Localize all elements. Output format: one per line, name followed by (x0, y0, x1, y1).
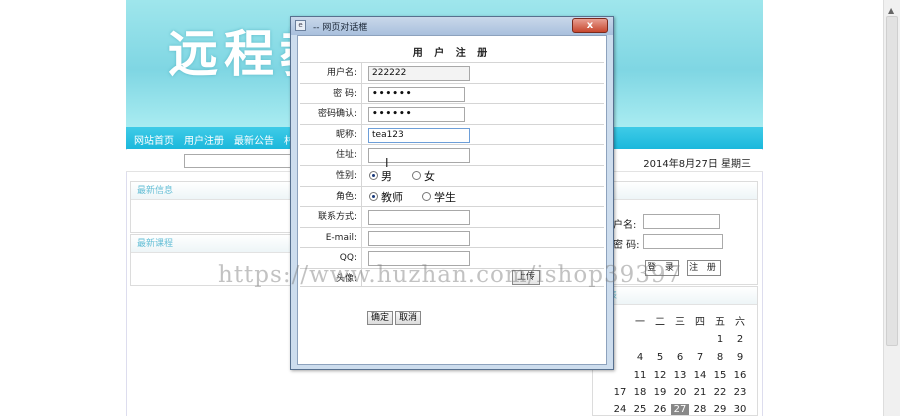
calendar-day[interactable]: 24 (611, 404, 629, 415)
calendar-weekday: 一 (635, 317, 645, 328)
calendar-day-today[interactable]: 27 (671, 404, 689, 415)
dialog-title: -- 网页对话框 (313, 23, 368, 33)
panel-login-title: 陆 (593, 182, 757, 200)
calendar-weekday: 六 (735, 317, 745, 328)
calendar-day[interactable]: 8 (711, 352, 729, 363)
panel-calendar-title: 历表 (593, 287, 757, 305)
calendar-day[interactable]: 11 (631, 370, 649, 381)
password-field[interactable]: •••••• (368, 86, 465, 102)
cancel-button[interactable]: 取消 (395, 311, 422, 325)
register-form: 用户名: 222222 密 码: •••••• 密码确认: •••••• 昵称:… (300, 62, 604, 287)
role-label: 角色: (300, 186, 362, 207)
scroll-up-arrow-icon[interactable]: ▲ (888, 6, 894, 15)
page: 远程教 网站首页 用户注册 最新公告 村 2014年8月27日 星期三 最新信息… (0, 0, 900, 416)
close-icon[interactable]: x (572, 18, 608, 33)
calendar-day[interactable]: 9 (731, 352, 749, 363)
row-confirm-password: 密码确认: •••••• (300, 104, 604, 125)
role-teacher-radio[interactable] (369, 191, 378, 201)
address-label: 住址: (300, 145, 362, 165)
text-cursor-icon: I (385, 156, 389, 170)
role-student-radio[interactable] (422, 191, 431, 201)
login-password-label: 密 码: (613, 240, 640, 251)
row-address: 住址: (300, 145, 604, 166)
nav-home[interactable]: 网站首页 (134, 132, 174, 147)
row-username: 用户名: 222222 (300, 63, 604, 84)
calendar-day[interactable]: 18 (631, 387, 649, 398)
address-field[interactable] (368, 148, 470, 164)
calendar-day[interactable]: 29 (711, 404, 729, 415)
calendar-day[interactable]: 14 (691, 370, 709, 381)
dialog-body: 用 户 注 册 用户名: 222222 密 码: •••••• 密码确认: ••… (297, 35, 607, 365)
row-email: E-mail: (300, 227, 604, 249)
panel-latest-info: 最新信息 (130, 181, 295, 233)
current-date: 2014年8月27日 星期三 (643, 159, 751, 170)
calendar-day[interactable]: 2 (731, 334, 749, 345)
calendar-weekday: 二 (655, 317, 665, 328)
confirm-password-field[interactable]: •••••• (368, 107, 465, 123)
calendar-day[interactable]: 15 (711, 370, 729, 381)
gender-label: 性别: (300, 165, 362, 186)
gender-male-radio[interactable] (369, 170, 378, 180)
calendar-day[interactable]: 20 (671, 387, 689, 398)
row-password: 密 码: •••••• (300, 83, 604, 105)
gender-female-radio[interactable] (412, 170, 421, 180)
register-dialog: e -- 网页对话框 x 用 户 注 册 用户名: 222222 密 码: ••… (290, 16, 614, 370)
row-contact: 联系方式: (300, 207, 604, 228)
calendar-day[interactable]: 28 (691, 404, 709, 415)
page-scrollbar[interactable]: ▲ (883, 0, 900, 416)
username-field[interactable]: 222222 (368, 66, 470, 81)
login-password-input[interactable] (643, 234, 723, 249)
panel-latest-info-title: 最新信息 (131, 182, 294, 200)
confirm-password-label: 密码确认: (300, 104, 362, 124)
calendar-day[interactable]: 5 (651, 352, 669, 363)
row-gender: 性别: 男 女 (300, 165, 604, 187)
calendar-day[interactable]: 7 (691, 352, 709, 363)
scroll-thumb[interactable] (886, 16, 898, 346)
register-button[interactable]: 注 册 (687, 260, 721, 276)
nickname-field[interactable]: tea123 (368, 127, 470, 143)
username-label: 用户名: (300, 63, 362, 83)
row-role: 角色: 教师 学生 (300, 186, 604, 208)
calendar-day[interactable]: 21 (691, 387, 709, 398)
ok-button[interactable]: 确定 (367, 311, 394, 325)
calendar-day[interactable]: 17 (611, 387, 629, 398)
gender-female-label: 女 (424, 169, 435, 183)
calendar-weekday: 五 (715, 317, 725, 328)
calendar-day[interactable]: 16 (731, 370, 749, 381)
form-title: 用 户 注 册 (412, 48, 492, 59)
calendar-day[interactable]: 22 (711, 387, 729, 398)
email-label: E-mail: (300, 227, 362, 248)
contact-label: 联系方式: (300, 207, 362, 227)
role-teacher-label: 教师 (381, 190, 403, 204)
nickname-label: 昵称: (300, 124, 362, 145)
row-nickname: 昵称: tea123 (300, 124, 604, 146)
nav-announcements[interactable]: 最新公告 (234, 132, 274, 147)
site-search-input[interactable] (184, 154, 299, 168)
calendar-day[interactable]: 25 (631, 404, 649, 415)
calendar-day[interactable]: 30 (731, 404, 749, 415)
login-username-label: 户名: (613, 220, 637, 231)
calendar-day[interactable]: 26 (651, 404, 669, 415)
page-icon: e (295, 20, 306, 31)
calendar-day[interactable]: 6 (671, 352, 689, 363)
nav-register[interactable]: 用户注册 (184, 132, 224, 147)
role-student-label: 学生 (434, 190, 456, 204)
email-field[interactable] (368, 230, 470, 246)
dialog-titlebar[interactable]: e -- 网页对话框 x (291, 17, 613, 35)
calendar-day[interactable]: 12 (651, 370, 669, 381)
gender-male-label: 男 (381, 169, 392, 183)
calendar-day[interactable]: 13 (671, 370, 689, 381)
password-label: 密 码: (300, 83, 362, 104)
login-username-input[interactable] (643, 214, 720, 229)
calendar-day[interactable]: 23 (731, 387, 749, 398)
calendar-day[interactable]: 1 (711, 334, 729, 345)
contact-field[interactable] (368, 210, 470, 226)
watermark-text: https://www.huzhan.com/ishop39397 (218, 262, 683, 288)
calendar-weekday: 三 (675, 317, 685, 328)
calendar-day[interactable]: 4 (631, 352, 649, 363)
panel-latest-courses-title: 最新课程 (131, 235, 294, 253)
calendar-day[interactable]: 19 (651, 387, 669, 398)
calendar-weekday: 四 (695, 317, 705, 328)
